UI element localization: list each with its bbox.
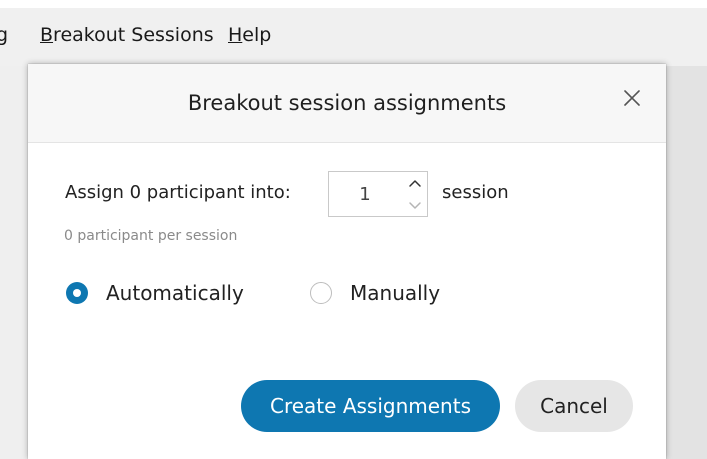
menu-breakout-sessions[interactable]: Breakout Sessions — [40, 22, 214, 48]
session-count-input[interactable] — [329, 172, 401, 216]
session-count-increment[interactable] — [407, 176, 423, 192]
menu-help-label: elp — [242, 24, 272, 46]
cancel-button[interactable]: Cancel — [515, 380, 633, 432]
session-label: session — [442, 182, 509, 203]
radio-automatically-indicator[interactable] — [66, 282, 88, 304]
background-left — [0, 66, 28, 459]
breakout-assignments-dialog: Breakout session assignments Assign 0 pa… — [28, 64, 666, 459]
close-button[interactable] — [620, 86, 644, 110]
session-count-stepper — [328, 171, 428, 217]
radio-manually-indicator[interactable] — [310, 282, 332, 304]
create-assignments-button[interactable]: Create Assignments — [241, 380, 500, 432]
close-icon — [624, 90, 640, 106]
menu-breakout-sessions-mnemonic: B — [40, 24, 54, 46]
session-count-decrement[interactable] — [407, 197, 423, 213]
menu-item-clipped[interactable]: g — [0, 22, 8, 48]
radio-automatically-label: Automatically — [106, 281, 244, 305]
window-top-strip — [0, 0, 707, 8]
assign-label: Assign 0 participant into: — [65, 182, 291, 203]
per-session-hint: 0 participant per session — [64, 228, 238, 244]
background-right — [666, 66, 707, 459]
menu-breakout-sessions-label: reakout Sessions — [53, 24, 214, 46]
radio-manually-label: Manually — [350, 281, 441, 305]
chevron-down-icon — [409, 202, 421, 209]
menu-item-clipped-label: g — [0, 24, 9, 46]
menu-help-mnemonic: H — [228, 24, 243, 46]
dialog-header: Breakout session assignments — [28, 64, 666, 143]
menu-help[interactable]: Help — [228, 22, 271, 48]
menu-bar: g Breakout Sessions Help — [0, 0, 707, 66]
chevron-up-icon — [409, 180, 421, 187]
dialog-title: Breakout session assignments — [187, 91, 507, 115]
